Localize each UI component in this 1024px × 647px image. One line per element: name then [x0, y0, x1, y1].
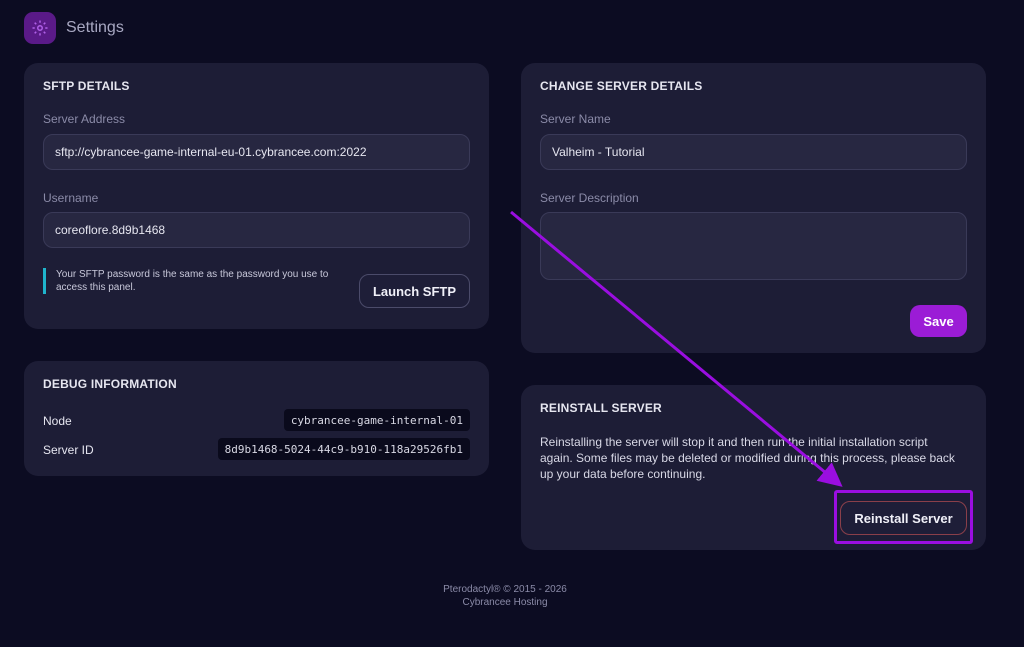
- footer-copyright: Pterodactyl® © 2015 - 2026: [443, 584, 567, 595]
- sftp-details-card: SFTP DETAILS Server Address sftp://cybra…: [24, 63, 489, 329]
- debug-information-card: DEBUG INFORMATION Node cybrancee-game-in…: [24, 361, 489, 476]
- username-label: Username: [43, 191, 99, 205]
- server-description-label: Server Description: [540, 191, 639, 205]
- server-address-label: Server Address: [43, 112, 126, 126]
- highlight-box-annotation: [834, 490, 973, 544]
- debug-information-title: DEBUG INFORMATION: [43, 377, 177, 391]
- server-address-field[interactable]: sftp://cybrancee-game-internal-eu-01.cyb…: [43, 134, 470, 170]
- sftp-password-note: Your SFTP password is the same as the pa…: [43, 268, 333, 294]
- node-label: Node: [43, 414, 72, 428]
- change-server-details-title: CHANGE SERVER DETAILS: [540, 79, 703, 93]
- sftp-details-title: SFTP DETAILS: [43, 79, 130, 93]
- gear-icon: [24, 12, 56, 44]
- page-title: Settings: [66, 19, 124, 36]
- server-id-value: 8d9b1468-5024-44c9-b910-118a29526fb1: [217, 438, 470, 460]
- server-id-label: Server ID: [43, 443, 94, 457]
- reinstall-server-title: REINSTALL SERVER: [540, 401, 662, 415]
- launch-sftp-button[interactable]: Launch SFTP: [359, 274, 470, 308]
- server-name-field[interactable]: Valheim - Tutorial: [540, 134, 967, 170]
- change-server-details-card: CHANGE SERVER DETAILS Server Name Valhei…: [521, 63, 986, 353]
- node-value: cybrancee-game-internal-01: [283, 409, 470, 431]
- page-header: Settings: [24, 12, 124, 44]
- footer: Pterodactyl® © 2015 - 2026 Cybrancee Hos…: [0, 583, 1010, 609]
- save-button[interactable]: Save: [910, 305, 967, 337]
- reinstall-description: Reinstalling the server will stop it and…: [540, 435, 955, 481]
- username-field[interactable]: coreoflore.8d9b1468: [43, 212, 470, 248]
- server-name-label: Server Name: [540, 112, 611, 126]
- server-description-field[interactable]: [540, 212, 967, 280]
- footer-hosting: Cybrancee Hosting: [462, 597, 548, 608]
